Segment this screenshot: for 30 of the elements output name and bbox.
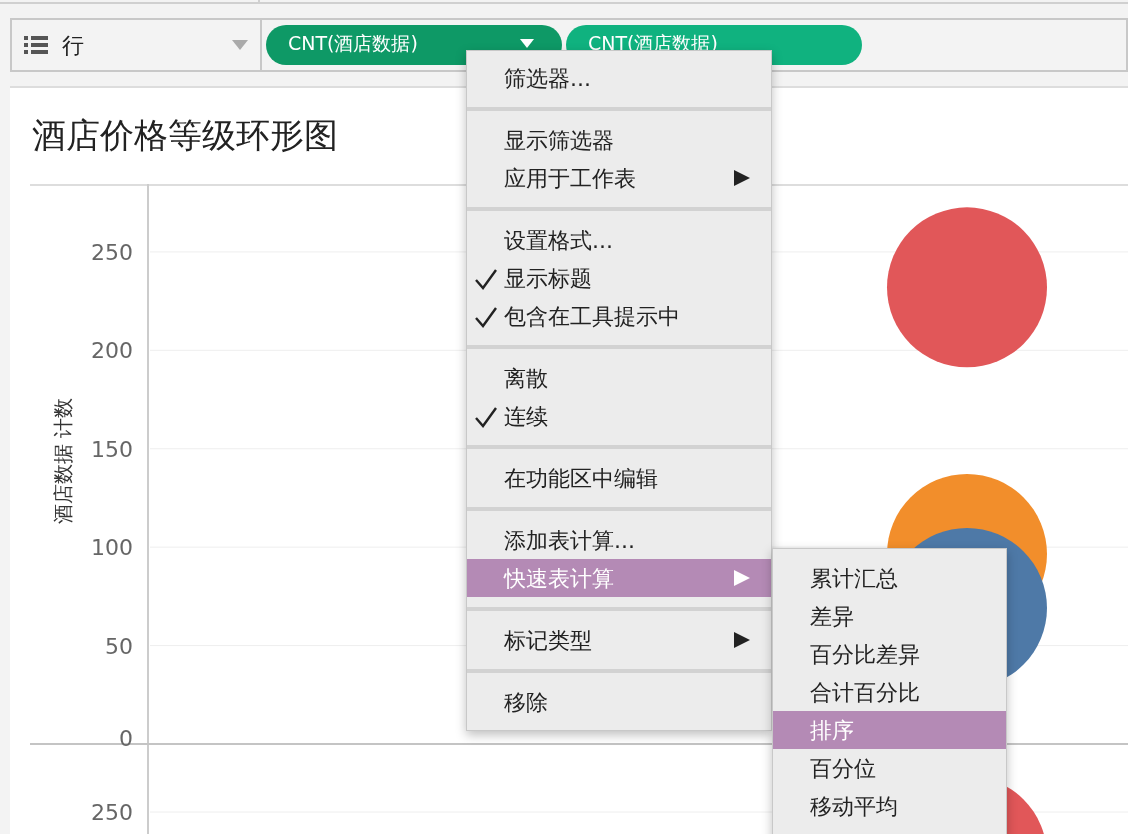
- menu-item[interactable]: 添加表计算...: [467, 521, 771, 559]
- axis-tick-label: 50: [105, 633, 133, 659]
- menu-item[interactable]: 连续: [467, 397, 771, 435]
- menu-item[interactable]: 累计汇总: [773, 559, 1006, 597]
- caret-icon: [520, 39, 534, 48]
- menu-item[interactable]: 显示筛选器: [467, 121, 771, 159]
- view-title: 酒店价格等级环形图: [32, 114, 338, 157]
- axis-tick-label: 200: [91, 338, 133, 364]
- axis-title: 酒店数据 计数: [51, 397, 75, 525]
- dropdown-caret-icon: [232, 40, 248, 50]
- menu-item[interactable]: 离散: [467, 359, 771, 397]
- menu-item[interactable]: 设置格式...: [467, 221, 771, 259]
- menu-item[interactable]: 移除: [467, 683, 771, 721]
- menu-item[interactable]: 百分位: [773, 749, 1006, 787]
- menu-item[interactable]: 应用于工作表: [467, 159, 771, 197]
- axis-tick-label: 250: [91, 800, 133, 825]
- shelf-label: 行: [62, 31, 84, 60]
- axis-tick-label: 250: [91, 239, 133, 265]
- list-icon: [24, 35, 48, 55]
- menu-item[interactable]: 合计百分比: [773, 673, 1006, 711]
- menu-item[interactable]: 百分比差异: [773, 635, 1006, 673]
- menu-item[interactable]: 在功能区中编辑: [467, 459, 771, 497]
- axis-tick-label: 100: [91, 535, 133, 561]
- axis-tick-label: 150: [91, 436, 133, 462]
- menu-item[interactable]: 包含在工具提示中: [467, 297, 771, 335]
- axis-tick-label: 0: [119, 726, 133, 751]
- menu-item[interactable]: 标记类型: [467, 621, 771, 659]
- menu-item[interactable]: 差异: [773, 597, 1006, 635]
- menu-item[interactable]: 显示标题: [467, 259, 771, 297]
- menu-item[interactable]: 移动平均: [773, 787, 1006, 825]
